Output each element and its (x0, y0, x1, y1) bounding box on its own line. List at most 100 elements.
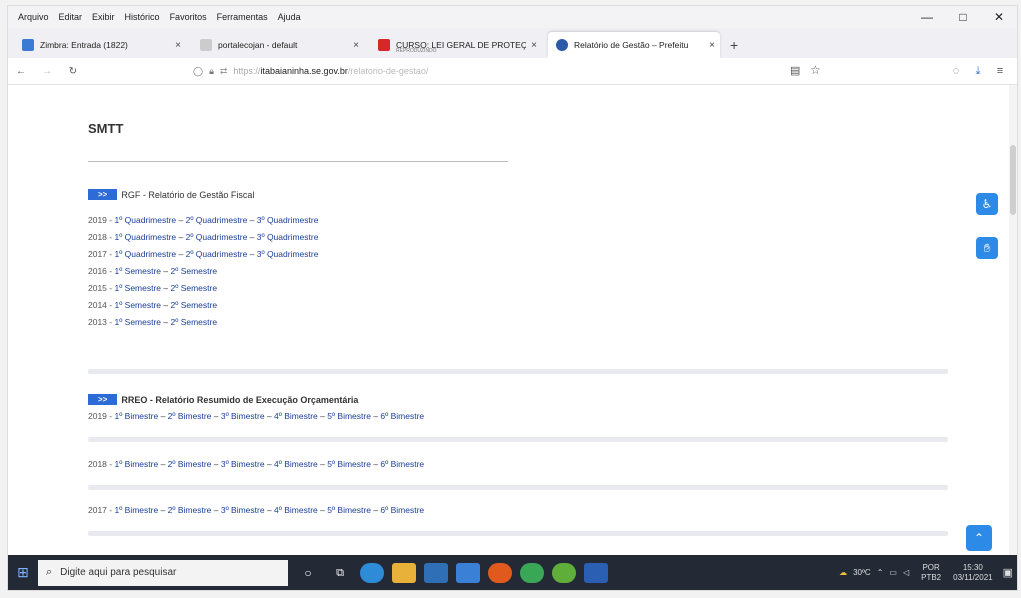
report-link[interactable]: 1º Semestre (114, 317, 161, 327)
store-icon[interactable] (456, 562, 480, 583)
maximize-button[interactable]: □ (945, 6, 981, 28)
report-link[interactable]: 5º Bimestre (327, 459, 371, 469)
menu-editar[interactable]: Editar (59, 12, 83, 22)
report-link[interactable]: 3º Bimestre (221, 411, 265, 421)
page-scrollbar[interactable] (1009, 85, 1017, 555)
weather-temperature[interactable]: 30ºC (853, 568, 871, 577)
scrollbar-thumb[interactable] (1010, 145, 1016, 215)
report-link[interactable]: 1º Bimestre (114, 411, 158, 421)
rreo-row-2017: 2017 - 1º Bimestre – 2º Bimestre – 3º Bi… (88, 505, 424, 515)
rreo-heading-text: RREO - Relatório Resumido de Execução Or… (121, 394, 359, 405)
report-link[interactable]: 5º Bimestre (327, 411, 371, 421)
menu-historico[interactable]: Histórico (125, 12, 160, 22)
tab-close-icon[interactable]: × (526, 40, 542, 51)
accessibility-icon[interactable]: ♿︎ (976, 193, 998, 215)
report-link[interactable]: 3º Quadrimestre (257, 215, 319, 225)
report-link[interactable]: 1º Bimestre (114, 505, 158, 515)
back-icon[interactable]: ← (8, 66, 34, 77)
tab-audio-status: REPRODUZINDO (396, 48, 437, 54)
report-link[interactable]: 6º Bimestre (380, 459, 424, 469)
tab-curso-lgpd[interactable]: CURSO: LEI GERAL DE PROTEÇ REPRODUZINDO … (370, 32, 542, 58)
tab-close-icon[interactable]: × (170, 40, 186, 51)
report-link[interactable]: 5º Bimestre (327, 505, 371, 515)
menu-exibir[interactable]: Exibir (92, 12, 115, 22)
clock[interactable]: 15:30 03/11/2021 (947, 563, 992, 583)
notifications-icon[interactable]: ▣ (1003, 566, 1013, 579)
report-link[interactable]: 1º Quadrimestre (114, 232, 176, 242)
report-link[interactable]: 3º Quadrimestre (257, 249, 319, 259)
forward-icon[interactable]: → (34, 66, 60, 77)
taskbar-search[interactable]: ⌕ Digite aqui para pesquisar (38, 559, 288, 586)
report-link[interactable]: 1º Quadrimestre (114, 215, 176, 225)
tray-expand-icon[interactable]: ⌃ (877, 568, 884, 577)
separator: – (176, 215, 186, 225)
pocket-icon[interactable]: ◌ (945, 65, 967, 77)
report-link[interactable]: 1º Bimestre (114, 459, 158, 469)
word-icon[interactable] (584, 562, 608, 583)
tab-close-icon[interactable]: × (348, 40, 364, 51)
report-link[interactable]: 2º Semestre (171, 300, 218, 310)
sign-language-icon[interactable]: ✋︎ (976, 237, 998, 259)
report-link[interactable]: 2º Quadrimestre (186, 215, 248, 225)
youtube-favicon-icon (378, 39, 390, 51)
edge-icon[interactable] (360, 562, 384, 583)
language-indicator[interactable]: POR PTB2 (915, 563, 941, 583)
report-link[interactable]: 3º Bimestre (221, 459, 265, 469)
faded-text-line (88, 531, 948, 536)
task-view-icon[interactable]: ⧉ (328, 563, 352, 583)
report-link[interactable]: 4º Bimestre (274, 411, 318, 421)
tab-close-icon[interactable]: × (704, 40, 720, 51)
clock-time: 15:30 (962, 562, 983, 572)
tab-portalecojan[interactable]: portalecojan - default × (192, 32, 364, 58)
reload-icon[interactable]: ↻ (60, 66, 86, 77)
report-link[interactable]: 6º Bimestre (380, 411, 424, 421)
report-link[interactable]: 2º Quadrimestre (186, 249, 248, 259)
minimize-button[interactable]: — (909, 6, 945, 28)
menu-arquivo[interactable]: Arquivo (18, 12, 49, 22)
report-link[interactable]: 6º Bimestre (380, 505, 424, 515)
report-link[interactable]: 1º Semestre (114, 283, 161, 293)
report-link[interactable]: 3º Quadrimestre (257, 232, 319, 242)
windows-start-icon[interactable]: ⊞ (8, 564, 38, 581)
menu-ferramentas[interactable]: Ferramentas (217, 12, 268, 22)
menu-favoritos[interactable]: Favoritos (170, 12, 207, 22)
tab-label: Zimbra: Entrada (1822) (40, 40, 128, 50)
report-link[interactable]: 4º Bimestre (274, 459, 318, 469)
separator: – (158, 411, 168, 421)
app-icon[interactable] (552, 562, 576, 583)
mail-icon[interactable] (424, 562, 448, 583)
row-year: 2013 - (88, 317, 115, 327)
report-link[interactable]: 3º Bimestre (221, 505, 265, 515)
report-link[interactable]: 2º Bimestre (168, 505, 212, 515)
chrome-icon[interactable] (520, 562, 544, 583)
volume-icon[interactable]: ◁ (903, 568, 909, 577)
bookmark-star-icon[interactable]: ☆ (810, 63, 821, 77)
network-icon[interactable]: ▭ (889, 568, 897, 577)
windows-taskbar: ⊞ ⌕ Digite aqui para pesquisar ○ ⧉ ☁ 30º… (8, 555, 1017, 590)
tab-relatorio-gestao[interactable]: Relatório de Gestão – Prefeitu × (548, 32, 720, 58)
address-bar[interactable]: ◯ 🔒︎ ⇄ https:// itabaianinha.se.gov.br /… (193, 62, 428, 80)
report-link[interactable]: 2º Bimestre (168, 411, 212, 421)
row-year: 2017 - (88, 249, 115, 259)
separator: – (158, 459, 168, 469)
report-link[interactable]: 1º Semestre (114, 300, 161, 310)
menu-icon[interactable]: ≡ (989, 65, 1011, 77)
tab-zimbra[interactable]: Zimbra: Entrada (1822) × (14, 32, 186, 58)
report-link[interactable]: 4º Bimestre (274, 505, 318, 515)
firefox-icon[interactable] (488, 562, 512, 583)
download-icon[interactable]: ⤓ (967, 65, 989, 78)
menu-ajuda[interactable]: Ajuda (278, 12, 301, 22)
report-link[interactable]: 2º Bimestre (168, 459, 212, 469)
file-explorer-icon[interactable] (392, 562, 416, 583)
report-link[interactable]: 2º Semestre (171, 266, 218, 276)
new-tab-button[interactable]: + (730, 32, 738, 58)
report-link[interactable]: 1º Quadrimestre (114, 249, 176, 259)
reader-view-icon[interactable]: ▤ (790, 64, 800, 77)
cortana-icon[interactable]: ○ (296, 563, 320, 583)
report-link[interactable]: 2º Semestre (171, 283, 218, 293)
report-link[interactable]: 1º Semestre (114, 266, 161, 276)
close-window-button[interactable]: ✕ (981, 6, 1017, 28)
report-link[interactable]: 2º Quadrimestre (186, 232, 248, 242)
scroll-top-button[interactable]: ⌃ (966, 525, 992, 551)
report-link[interactable]: 2º Semestre (171, 317, 218, 327)
